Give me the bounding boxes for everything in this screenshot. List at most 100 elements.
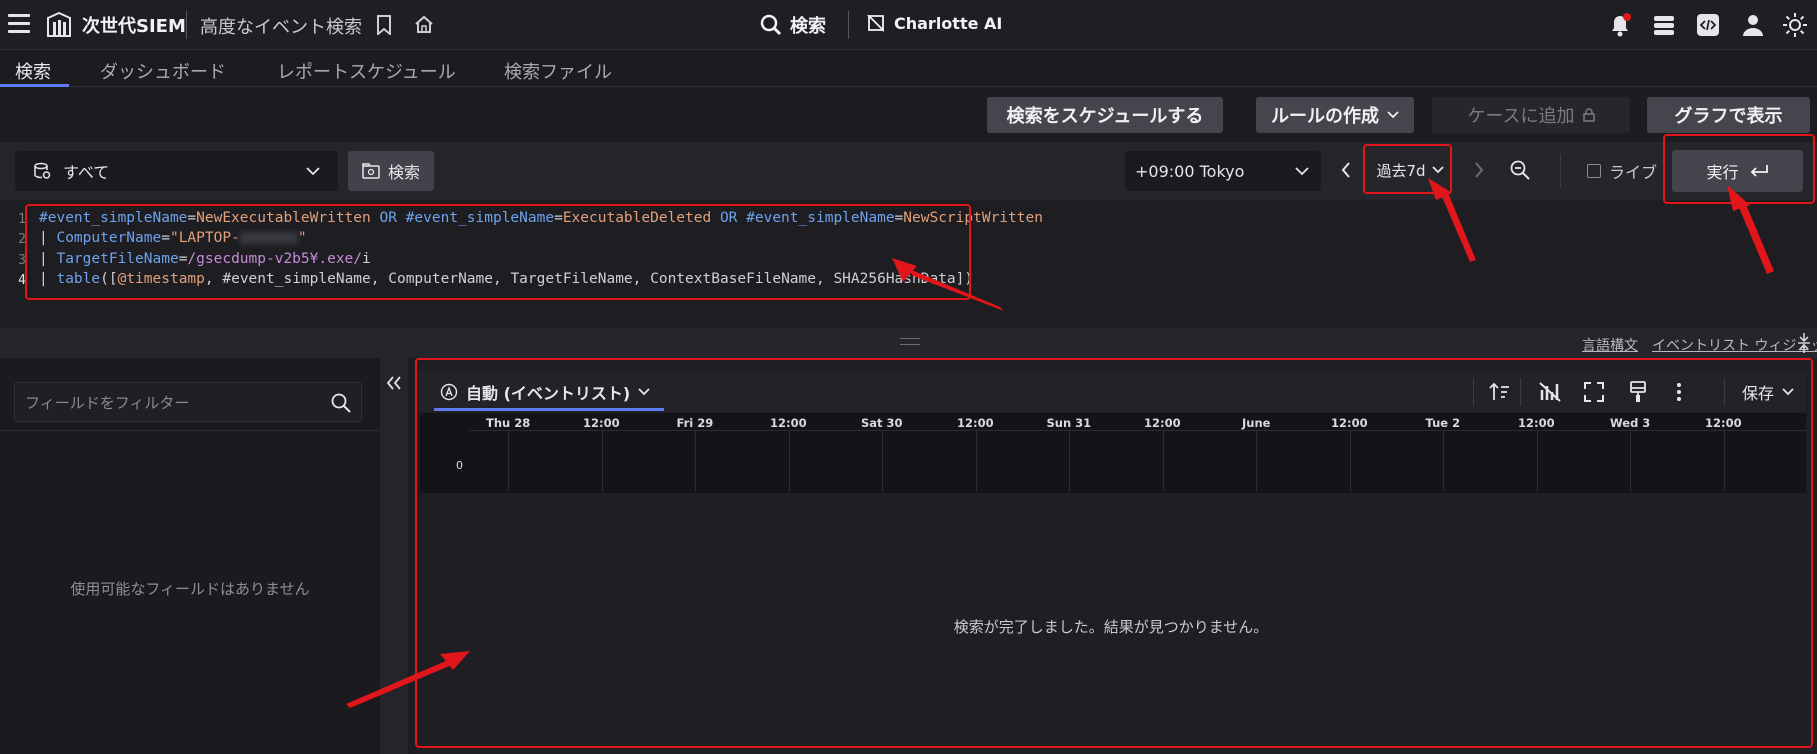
resize-handle-icon[interactable] <box>900 338 920 345</box>
code-token: = <box>187 210 197 226</box>
live-label: ライブ <box>1609 163 1658 182</box>
divider <box>1724 378 1725 406</box>
code-token: = <box>894 210 904 226</box>
charlotte-ai-label: Charlotte AI <box>894 13 1003 33</box>
schedule-search-label: 検索をスケジュールする <box>1006 106 1204 127</box>
top-bar: 次世代SIEM 高度なイベント検索 検索 Charlotte AI <box>0 0 1817 50</box>
timeline-gridline <box>1069 430 1070 492</box>
developer-code-icon[interactable] <box>1696 13 1720 37</box>
syntax-link[interactable]: 言語構文 <box>1582 335 1638 355</box>
timeline-y-zero-label: 0 <box>456 459 463 472</box>
save-button[interactable]: 保存 <box>1742 380 1794 404</box>
save-label: 保存 <box>1742 384 1775 403</box>
results-panel: 自動 (イベントリスト) 保存 0 Thu 28 12:00 Fri 29 12:00… <box>416 358 1817 754</box>
tab-report-schedule[interactable]: レポートスケジュール <box>277 58 456 84</box>
timeline-tick-label: 12:00 <box>1144 416 1181 430</box>
field-panel: フィールドをフィルター 使用可能なフィールドはありません <box>0 358 380 754</box>
code-line-1: #event_simpleName=NewExecutableWritten O… <box>39 210 1043 226</box>
add-to-case-button[interactable]: ケースに追加 <box>1432 97 1630 133</box>
code-token: "LAPTOP- <box>169 230 240 246</box>
saved-search-button[interactable]: 検索 <box>348 151 434 191</box>
timeline-tick-label: 12:00 <box>1518 416 1555 430</box>
timeline-tick-label: 12:00 <box>583 416 620 430</box>
collapse-vertical-icon[interactable] <box>1797 332 1811 354</box>
hamburger-menu-icon[interactable] <box>8 14 32 34</box>
search-icon <box>331 393 351 413</box>
tab-search[interactable]: 検索 <box>15 58 51 84</box>
user-avatar-icon[interactable] <box>1741 13 1765 37</box>
timeline-gridline <box>975 430 977 492</box>
code-token: /gsecdump-v2b5¥.exe/ <box>187 251 363 267</box>
timeline-axis-line <box>470 430 1806 431</box>
bookmark-icon[interactable] <box>376 15 392 35</box>
code-token: | <box>39 230 57 246</box>
chevron-left-icon[interactable] <box>1341 162 1351 178</box>
run-button[interactable]: 実行 <box>1672 150 1803 192</box>
event-list-widget-link[interactable]: イベントリスト ウィジェット <box>1652 335 1817 355</box>
theme-sun-icon[interactable] <box>1782 12 1808 38</box>
brand-name[interactable]: 次世代SIEM <box>82 12 186 38</box>
timeline-gridline <box>1349 430 1351 492</box>
charlotte-ai-icon <box>866 15 884 33</box>
more-options-icon[interactable] <box>1667 380 1691 404</box>
timeline-gridline <box>1162 430 1164 492</box>
auto-mode-icon <box>440 383 458 401</box>
global-search-label: 検索 <box>790 16 826 37</box>
notification-badge <box>1623 13 1631 21</box>
enter-key-icon <box>1750 165 1768 177</box>
chevron-right-icon[interactable] <box>1474 162 1484 178</box>
no-fields-message: 使用可能なフィールドはありません <box>70 580 310 598</box>
widget-type-select[interactable]: 自動 (イベントリスト) <box>440 380 650 404</box>
code-token: ([ <box>100 271 118 287</box>
timeline-tick-label: Sun 31 <box>1046 416 1092 430</box>
zoom-out-icon[interactable] <box>1510 160 1530 180</box>
line-number: 4 <box>18 273 26 288</box>
code-token: " <box>297 230 307 246</box>
stack-icon[interactable] <box>1652 14 1676 36</box>
timeline-gridline <box>508 430 509 492</box>
divider <box>0 430 380 431</box>
time-range-value: 過去7d <box>1376 161 1426 180</box>
tab-dashboard[interactable]: ダッシュボード <box>100 58 226 84</box>
action-toolbar: 検索をスケジュールする ルールの作成 ケースに追加 グラフで表示 <box>0 87 1817 142</box>
timeline-gridline <box>882 430 883 492</box>
chevron-down-icon <box>306 167 320 176</box>
hide-chart-icon[interactable] <box>1538 380 1562 404</box>
global-search-button[interactable]: 検索 <box>760 12 826 38</box>
code-token: ComputerName <box>56 230 162 246</box>
no-results-message: 検索が完了しました。結果が見つかりません。 <box>953 618 1269 636</box>
tab-bar: 検索 ダッシュボード レポートスケジュール 検索ファイル <box>0 51 1817 87</box>
home-icon[interactable] <box>414 14 434 34</box>
timeline-tick-label: 12:00 <box>1331 416 1368 430</box>
schedule-search-button[interactable]: 検索をスケジュールする <box>987 97 1223 133</box>
timeline-gridline <box>788 430 790 492</box>
timeline-tick-label: Fri 29 <box>676 416 714 430</box>
tab-search-files[interactable]: 検索ファイル <box>504 58 612 84</box>
format-paint-icon[interactable] <box>1626 380 1650 404</box>
timeline-gridline <box>1630 430 1631 492</box>
code-token: NewExecutableWritten <box>196 210 371 226</box>
event-timeline-chart[interactable]: 0 Thu 28 12:00 Fri 29 12:00 Sat 30 12:00 Sun 3… <box>420 413 1806 493</box>
repository-select[interactable]: すべて <box>15 151 338 191</box>
code-token: @timestamp <box>117 271 205 287</box>
live-toggle[interactable]: ライブ <box>1587 159 1657 183</box>
code-token: #event_simpleName <box>405 210 555 226</box>
live-checkbox[interactable] <box>1587 164 1601 178</box>
code-token: NewScriptWritten <box>903 210 1043 226</box>
fullscreen-icon[interactable] <box>1582 380 1606 404</box>
field-filter-input[interactable]: フィールドをフィルター <box>14 382 362 422</box>
timezone-select[interactable]: +09:00 Tokyo <box>1125 151 1321 191</box>
create-rule-button[interactable]: ルールの作成 <box>1256 97 1414 133</box>
page-title: 高度なイベント検索 <box>200 17 362 38</box>
collapse-left-icon[interactable] <box>386 376 402 390</box>
show-graph-button[interactable]: グラフで表示 <box>1647 97 1810 133</box>
charlotte-ai-button[interactable]: Charlotte AI <box>866 13 1002 33</box>
create-rule-label: ルールの作成 <box>1271 106 1379 127</box>
sort-icon[interactable] <box>1488 380 1512 404</box>
widget-type-label: 自動 (イベントリスト) <box>466 384 631 403</box>
panel-collapse-strip <box>380 358 408 754</box>
notifications-bell-icon[interactable] <box>1608 12 1632 38</box>
time-range-select[interactable]: 過去7d <box>1370 148 1450 192</box>
query-editor[interactable]: 1 2 3 4 #event_simpleName=NewExecutableW… <box>0 200 1817 328</box>
saved-search-icon <box>362 163 380 179</box>
